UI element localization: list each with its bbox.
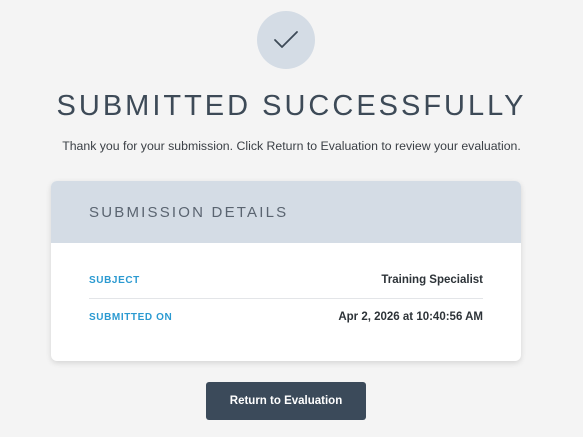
- card-title: SUBMISSION DETAILS: [89, 203, 289, 221]
- subject-value: Training Specialist: [381, 274, 483, 286]
- checkmark-icon: [274, 31, 298, 48]
- success-badge: [257, 11, 315, 69]
- submission-details-card: SUBMISSION DETAILS SUBJECT Training Spec…: [51, 181, 521, 361]
- detail-row-subject: SUBJECT Training Specialist: [89, 262, 483, 299]
- card-header: SUBMISSION DETAILS: [51, 181, 521, 243]
- confirmation-message: Thank you for your submission. Click Ret…: [62, 139, 521, 153]
- page-title: SUBMITTED SUCCESSFULLY: [56, 90, 527, 122]
- submission-confirmation-page: SUBMITTED SUCCESSFULLY Thank you for you…: [0, 0, 583, 437]
- submitted-on-value: Apr 2, 2026 at 10:40:56 AM: [338, 311, 483, 323]
- detail-row-submitted-on: SUBMITTED ON Apr 2, 2026 at 10:40:56 AM: [89, 299, 483, 335]
- return-to-evaluation-button[interactable]: Return to Evaluation: [206, 382, 366, 420]
- subject-label: SUBJECT: [89, 274, 140, 286]
- submitted-on-label: SUBMITTED ON: [89, 311, 173, 323]
